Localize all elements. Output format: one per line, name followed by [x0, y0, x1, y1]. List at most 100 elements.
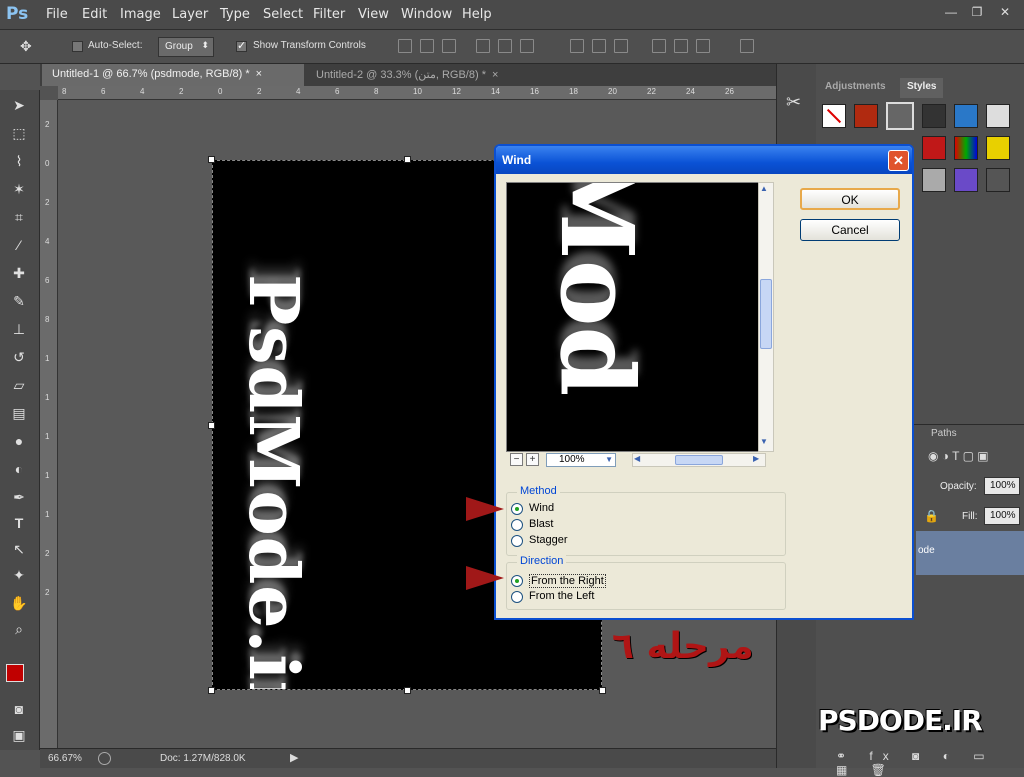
- radio-button[interactable]: [511, 503, 523, 515]
- healing-brush-tool-icon[interactable]: ✚: [8, 262, 30, 284]
- shape-tool-icon[interactable]: ✦: [8, 564, 30, 586]
- radio-button[interactable]: [511, 591, 523, 603]
- filter-preview[interactable]: Mod: [506, 182, 770, 452]
- style-swatch[interactable]: [954, 104, 978, 128]
- tab-paths[interactable]: Paths: [924, 425, 964, 445]
- style-swatch[interactable]: [854, 104, 878, 128]
- history-brush-tool-icon[interactable]: ↺: [8, 346, 30, 368]
- brush-tool-icon[interactable]: ✎: [8, 290, 30, 312]
- foreground-color-swatch[interactable]: [6, 664, 24, 682]
- menu-filter[interactable]: Filter: [313, 7, 345, 22]
- scroll-right-icon[interactable]: ▶: [753, 454, 759, 463]
- auto-select-checkbox[interactable]: [72, 41, 83, 52]
- menu-file[interactable]: File: [46, 7, 68, 22]
- style-swatch[interactable]: [986, 104, 1010, 128]
- menu-select[interactable]: Select: [263, 7, 303, 22]
- style-swatch[interactable]: [986, 136, 1010, 160]
- scroll-down-icon[interactable]: ▼: [760, 437, 768, 446]
- menu-view[interactable]: View: [358, 7, 389, 22]
- menu-window[interactable]: Window: [401, 7, 452, 22]
- layer-actions-icons[interactable]: ⚭ fx ◙ ◐ ▭ ▦ 🗑: [836, 749, 1024, 777]
- dodge-tool-icon[interactable]: ◐: [8, 458, 30, 480]
- scroll-left-icon[interactable]: ◀: [634, 454, 640, 463]
- style-swatch[interactable]: [922, 104, 946, 128]
- scroll-up-icon[interactable]: ▲: [760, 184, 768, 193]
- align-hcenter-icon[interactable]: [498, 39, 512, 53]
- eyedropper-tool-icon[interactable]: ⁄: [8, 234, 30, 256]
- align-left-icon[interactable]: [476, 39, 490, 53]
- auto-select-dropdown[interactable]: Group ⬍: [158, 37, 214, 57]
- transform-handle[interactable]: [208, 422, 215, 429]
- layer-filter-icons[interactable]: ◉ ◑ T ▢ ▣: [928, 449, 989, 463]
- zoom-out-button[interactable]: −: [510, 453, 523, 466]
- style-swatch-selected[interactable]: [886, 102, 914, 130]
- distribute-bottom-icon[interactable]: [614, 39, 628, 53]
- transform-handle[interactable]: [404, 156, 411, 163]
- blur-tool-icon[interactable]: ●: [8, 430, 30, 452]
- align-vcenter-icon[interactable]: [420, 39, 434, 53]
- crop-tool-icon[interactable]: ⌗: [8, 206, 30, 228]
- dialog-close-button[interactable]: ✕: [888, 150, 909, 171]
- distribute-right-icon[interactable]: [696, 39, 710, 53]
- eraser-tool-icon[interactable]: ▱: [8, 374, 30, 396]
- transform-handle[interactable]: [208, 687, 215, 694]
- show-transform-checkbox[interactable]: [236, 39, 247, 52]
- align-top-icon[interactable]: [398, 39, 412, 53]
- align-bottom-icon[interactable]: [442, 39, 456, 53]
- style-swatch[interactable]: [922, 168, 946, 192]
- cancel-button[interactable]: Cancel: [800, 219, 900, 241]
- type-tool-icon[interactable]: T: [8, 512, 30, 534]
- hand-tool-icon[interactable]: ✋: [8, 592, 30, 614]
- menu-layer[interactable]: Layer: [172, 7, 208, 22]
- style-swatch[interactable]: [986, 168, 1010, 192]
- status-arrow-icon[interactable]: ▶: [290, 751, 298, 764]
- tools-preset-icon[interactable]: ✂: [786, 92, 801, 113]
- move-tool-icon[interactable]: ➤: [8, 94, 30, 116]
- distribute-vcenter-icon[interactable]: [592, 39, 606, 53]
- tab-untitled-1[interactable]: Untitled-1 @ 66.7% (psdmode, RGB/8) * ×: [42, 64, 304, 86]
- distribute-hcenter-icon[interactable]: [674, 39, 688, 53]
- tab-untitled-2[interactable]: Untitled-2 @ 33.3% (متن, RGB/8) * ×: [306, 64, 546, 86]
- transform-handle[interactable]: [404, 687, 411, 694]
- radio-button[interactable]: [511, 535, 523, 547]
- auto-align-icon[interactable]: [740, 39, 754, 53]
- radio-button[interactable]: [511, 519, 523, 531]
- opacity-field[interactable]: 100%: [984, 477, 1020, 495]
- close-window-button[interactable]: ✕: [994, 3, 1016, 21]
- distribute-top-icon[interactable]: [570, 39, 584, 53]
- marquee-tool-icon[interactable]: ⬚: [8, 122, 30, 144]
- scroll-thumb[interactable]: [760, 279, 772, 349]
- close-icon[interactable]: ×: [256, 68, 262, 80]
- move-tool-icon[interactable]: ✥: [20, 38, 32, 55]
- tab-adjustments[interactable]: Adjustments: [818, 78, 893, 98]
- layer-row-selected[interactable]: ode: [916, 531, 1024, 575]
- zoom-dropdown[interactable]: 100% ▼: [546, 453, 616, 467]
- style-swatch[interactable]: [954, 136, 978, 160]
- style-swatch[interactable]: [922, 136, 946, 160]
- align-right-icon[interactable]: [520, 39, 534, 53]
- fill-field[interactable]: 100%: [984, 507, 1020, 525]
- menu-image[interactable]: Image: [120, 7, 161, 22]
- style-none-swatch[interactable]: [822, 104, 846, 128]
- menu-edit[interactable]: Edit: [82, 7, 107, 22]
- transform-handle[interactable]: [208, 156, 215, 163]
- transform-handle[interactable]: [599, 687, 606, 694]
- pen-tool-icon[interactable]: ✒: [8, 486, 30, 508]
- distribute-left-icon[interactable]: [652, 39, 666, 53]
- minimize-button[interactable]: —: [940, 3, 962, 21]
- preview-vertical-scrollbar[interactable]: ▲ ▼: [758, 182, 774, 452]
- zoom-tool-icon[interactable]: ⌕: [8, 618, 30, 640]
- gradient-tool-icon[interactable]: ▤: [8, 402, 30, 424]
- menu-help[interactable]: Help: [462, 7, 492, 22]
- lock-icon[interactable]: 🔒: [924, 509, 939, 523]
- zoom-in-button[interactable]: +: [526, 453, 539, 466]
- dialog-titlebar[interactable]: Wind ✕: [496, 146, 912, 174]
- lasso-tool-icon[interactable]: ⌇: [8, 150, 30, 172]
- tab-styles[interactable]: Styles: [900, 78, 944, 98]
- scroll-thumb[interactable]: [675, 455, 723, 465]
- zoom-level[interactable]: 66.67%: [48, 753, 82, 764]
- ok-button[interactable]: OK: [800, 188, 900, 210]
- style-swatch[interactable]: [954, 168, 978, 192]
- radio-button[interactable]: [511, 575, 523, 587]
- menu-type[interactable]: Type: [220, 7, 250, 22]
